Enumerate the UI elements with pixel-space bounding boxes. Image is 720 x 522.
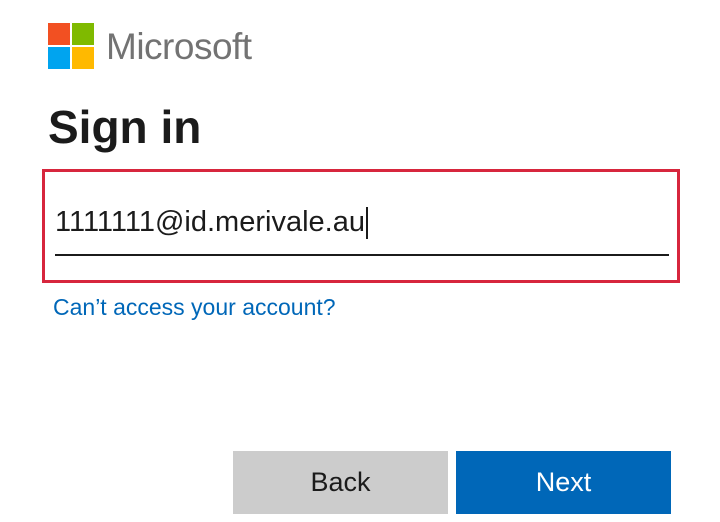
logo-square-green xyxy=(72,23,94,45)
signin-page: Microsoft Sign in 1111111@id.merivale.au… xyxy=(0,0,720,522)
logo-square-yellow xyxy=(72,47,94,69)
microsoft-logo-icon xyxy=(48,23,94,69)
email-highlight-box: 1111111@id.merivale.au xyxy=(42,169,680,283)
page-title: Sign in xyxy=(48,101,202,153)
email-value: 1111111@id.merivale.au xyxy=(55,206,365,238)
logo-square-red xyxy=(48,23,70,45)
email-field[interactable]: 1111111@id.merivale.au xyxy=(55,204,368,240)
cant-access-account-link[interactable]: Can’t access your account? xyxy=(53,292,336,322)
logo-square-blue xyxy=(48,47,70,69)
text-caret xyxy=(365,207,368,240)
email-field-container[interactable]: 1111111@id.merivale.au xyxy=(55,194,669,256)
next-button[interactable]: Next xyxy=(456,451,671,514)
brand-name: Microsoft xyxy=(106,25,252,67)
back-button[interactable]: Back xyxy=(233,451,448,514)
microsoft-brand: Microsoft xyxy=(48,22,252,70)
